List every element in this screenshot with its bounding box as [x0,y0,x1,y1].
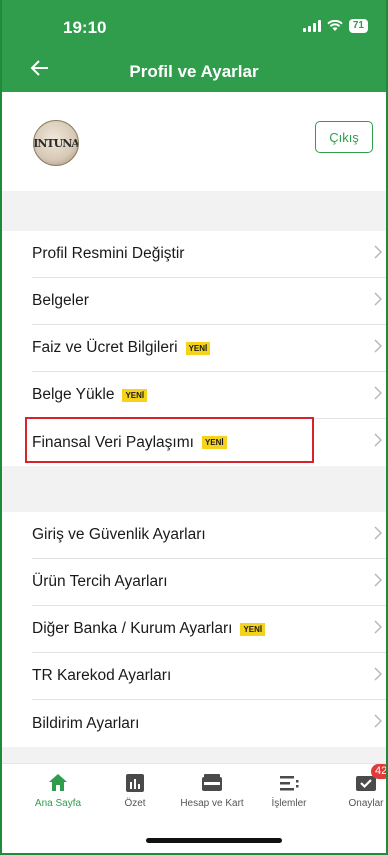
tab-onaylar[interactable]: 42 Onaylar [328,764,386,809]
page-title: Profil ve Ayarlar [129,62,259,81]
settings-item-label: Belgeler [32,292,89,309]
settings-item-label: Bildirim Ayarları [32,714,140,732]
chevron-right-icon [374,667,386,686]
section-divider [2,466,386,512]
settings-list-item[interactable]: Finansal Veri Paylaşımı YENİ [32,419,386,466]
settings-list-item[interactable]: Belge Yükle YENİ [32,372,386,419]
chevron-right-icon [374,526,386,545]
home-icon [20,770,96,796]
settings-item-label: Ürün Tercih Ayarları [32,573,168,590]
battery-icon: 71 [348,19,368,33]
settings-list-item[interactable]: Belgeler [32,278,386,325]
tab-ana-sayfa[interactable]: Ana Sayfa [20,770,96,809]
tab-ozet[interactable]: Özet [97,770,173,809]
chevron-right-icon [374,245,386,264]
tab-label: İşlemler [271,798,307,809]
status-time: 19:10 [63,18,107,37]
wifi-icon [327,20,343,31]
avatar[interactable]: INTUNA [33,120,79,166]
new-badge: YENİ [185,341,211,355]
settings-list-2: Giriş ve Güvenlik Ayarları Ürün Tercih Ay… [2,512,386,747]
nav-bar: Profil ve Ayarlar [2,52,386,92]
settings-item-label: Faiz ve Ücret Bilgileri [32,339,178,356]
settings-item-label: Belge Yükle [32,386,115,403]
status-icons: 71 [302,19,368,33]
chevron-right-icon [374,292,386,311]
signal-icon [302,20,321,32]
settings-item-label: Profil Resmini Değiştir [32,245,185,262]
notification-badge: 42 [371,764,386,779]
settings-list-item[interactable]: TR Karekod Ayarları [32,653,386,700]
settings-list-item[interactable]: Ürün Tercih Ayarları [32,559,386,606]
wallet-icon [174,770,250,796]
section-divider [2,191,386,231]
settings-list-item[interactable]: Bildirim Ayarları [32,700,386,747]
tab-label: Özet [124,798,146,809]
settings-list-item[interactable]: Faiz ve Ücret Bilgileri YENİ [32,325,386,372]
chevron-right-icon [374,386,386,405]
bar-chart-icon [97,770,173,796]
settings-list-item[interactable]: Profil Resmini Değiştir [32,231,386,278]
settings-list-1: Profil Resmini Değiştir Belgeler Faiz ve Ü… [2,231,386,466]
tab-hesap-ve-kart[interactable]: Hesap ve Kart [174,770,250,809]
new-badge: YENİ [240,622,266,636]
app-frame: 19:10 71 Profil ve Ayarlar INTUNA Çıkış … [0,0,388,855]
chevron-right-icon [374,573,386,592]
list-icon [251,770,327,796]
settings-list-item[interactable]: Giriş ve Güvenlik Ayarları [32,512,386,559]
chevron-right-icon [374,339,386,358]
tab-label: Ana Sayfa [34,798,82,809]
tab-label: Hesap ve Kart [180,798,244,809]
avatar-logo-text: INTUNA [33,136,79,150]
status-bar: 19:10 71 [2,0,386,52]
settings-item-label: Diğer Banka / Kurum Ayarları [32,620,233,637]
new-badge: YENİ [201,436,227,449]
settings-list-item[interactable]: Diğer Banka / Kurum Ayarları YENİ [32,606,386,653]
tab-label: Onaylar [348,798,384,809]
chevron-right-icon [374,714,386,733]
settings-item-label: Finansal Veri Paylaşımı [32,433,194,451]
tab-islemler[interactable]: İşlemler [251,770,327,809]
chevron-right-icon [374,620,386,639]
logout-button[interactable]: Çıkış [315,121,373,153]
settings-item-label: Giriş ve Güvenlik Ayarları [32,526,206,543]
home-indicator [146,838,282,843]
new-badge: YENİ [122,388,148,402]
settings-item-label: TR Karekod Ayarları [32,667,172,684]
chevron-right-icon [374,433,386,452]
